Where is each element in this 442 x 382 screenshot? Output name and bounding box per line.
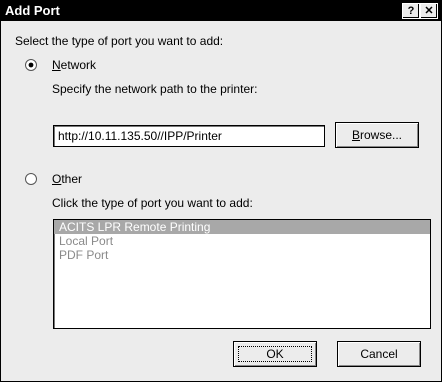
browse-button[interactable]: Browse...	[335, 122, 419, 148]
add-port-dialog: Add Port ? ✕ Select the type of port you…	[0, 0, 442, 382]
help-icon: ?	[407, 5, 415, 17]
port-type-prompt: Select the type of port you want to add:	[15, 34, 224, 48]
focus-rectangle	[238, 346, 312, 362]
ok-button[interactable]: OK	[233, 341, 317, 367]
title-bar[interactable]: Add Port ? ✕	[1, 1, 441, 21]
list-item[interactable]: PDF Port	[54, 248, 430, 262]
network-radio-label[interactable]: Network	[52, 58, 96, 72]
port-list-label: Click the type of port you want to add:	[52, 196, 253, 210]
close-icon: ✕	[424, 5, 434, 17]
list-item[interactable]: ACITS LPR Remote Printing	[54, 220, 430, 234]
other-radio-label[interactable]: Other	[52, 172, 82, 186]
network-path-label: Specify the network path to the printer:	[52, 82, 258, 96]
radio-unselected-icon	[25, 173, 37, 185]
dialog-title: Add Port	[5, 3, 60, 18]
list-item[interactable]: Local Port	[54, 234, 430, 248]
close-button[interactable]: ✕	[420, 3, 438, 19]
help-button[interactable]: ?	[402, 3, 420, 19]
port-type-list[interactable]: ACITS LPR Remote Printing Local Port PDF…	[53, 219, 431, 329]
network-path-input[interactable]: http://10.11.135.50//IPP/Printer	[53, 125, 325, 147]
cancel-button[interactable]: Cancel	[337, 341, 421, 367]
radio-selected-icon	[25, 59, 37, 71]
